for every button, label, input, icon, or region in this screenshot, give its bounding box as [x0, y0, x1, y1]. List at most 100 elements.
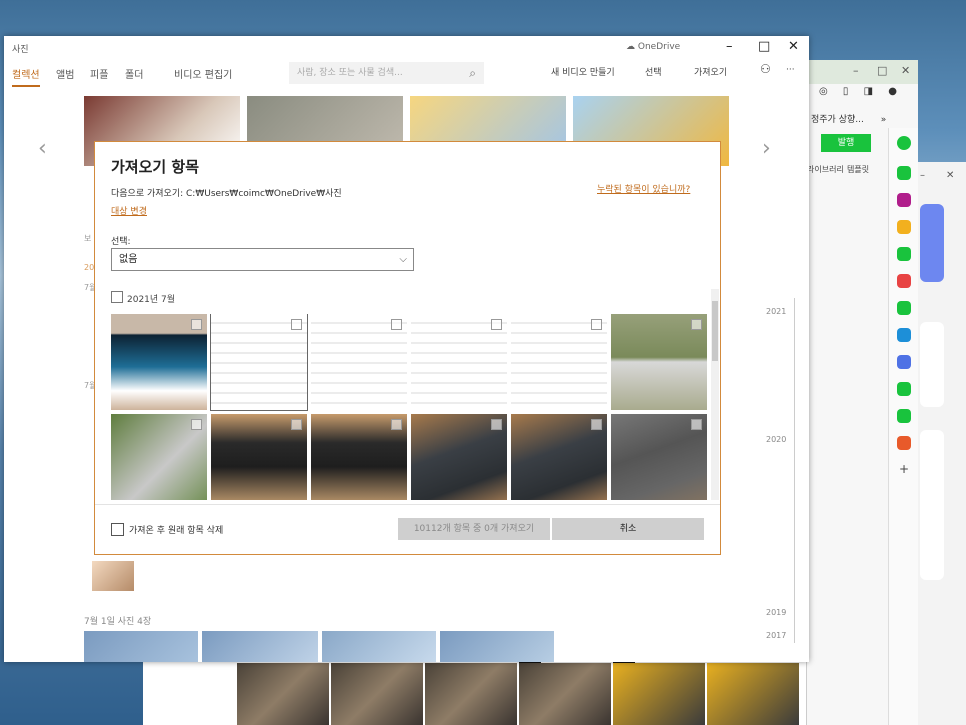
scrollbar-thumb[interactable] — [712, 301, 718, 361]
previous-arrow-icon[interactable]: ‹ — [38, 136, 47, 161]
photo-cell[interactable] — [411, 314, 507, 410]
photo-cell[interactable] — [311, 414, 407, 500]
select-dropdown[interactable]: 없음 ⌵ — [111, 248, 414, 271]
photo-checkbox[interactable] — [491, 319, 502, 330]
app-icon[interactable] — [897, 328, 911, 342]
photo-checkbox[interactable] — [391, 319, 402, 330]
app-icon[interactable] — [897, 247, 911, 261]
grid-scrollbar[interactable] — [711, 289, 719, 500]
publish-button[interactable]: 발행 — [821, 134, 871, 152]
next-arrow-icon[interactable]: › — [762, 136, 771, 161]
photo-checkbox[interactable] — [391, 419, 402, 430]
tab-people[interactable]: 피플 — [90, 66, 108, 81]
tab-video-editor[interactable]: 비디오 편집기 — [174, 66, 232, 81]
delete-after-import-checkbox[interactable] — [111, 523, 124, 536]
maximize-button[interactable]: □ — [758, 39, 770, 54]
photo-checkbox[interactable] — [191, 419, 202, 430]
photo-checkbox[interactable] — [491, 419, 502, 430]
photo-thumbnail[interactable] — [440, 631, 554, 662]
app-icon[interactable] — [897, 136, 911, 150]
person-icon[interactable]: ⚇ — [760, 62, 771, 76]
photo-cell[interactable] — [311, 314, 407, 410]
app-icon[interactable] — [897, 220, 911, 234]
missing-items-link[interactable]: 누락된 항목이 있습니까? — [597, 182, 690, 195]
photo-thumbnail[interactable] — [237, 663, 329, 725]
dialog-heading: 가져오기 항목 — [111, 158, 200, 176]
template-label[interactable]: 템플릿 — [847, 164, 869, 175]
timeline-year[interactable]: 2019 — [766, 608, 786, 617]
timeline-year[interactable]: 2021 — [766, 307, 786, 316]
app-icon[interactable] — [897, 355, 911, 369]
photo-cell[interactable] — [611, 314, 707, 410]
cloud-icon: ☁ — [626, 42, 635, 52]
tab-albums[interactable]: 앨범 — [56, 66, 74, 81]
minimize-button[interactable]: – — [726, 39, 733, 54]
library-label[interactable]: 라이브러리 — [807, 164, 844, 175]
tab-collection[interactable]: 컬렉션 — [12, 66, 40, 87]
app-icon[interactable] — [897, 382, 911, 396]
add-icon[interactable]: + — [899, 462, 909, 476]
photo-cell[interactable] — [411, 414, 507, 500]
more-button[interactable]: ··· — [786, 65, 795, 75]
photo-checkbox[interactable] — [291, 319, 302, 330]
group-checkbox[interactable] — [111, 291, 123, 303]
browser-maximize-button[interactable]: □ — [877, 64, 887, 77]
photo-cell[interactable] — [511, 314, 607, 410]
footer-divider — [95, 504, 720, 505]
photo-thumbnail[interactable] — [84, 631, 198, 662]
photo-thumbnail[interactable] — [613, 663, 705, 725]
photo-thumbnail[interactable] — [202, 631, 318, 662]
new-video-button[interactable]: 새 비디오 만들기 — [551, 65, 615, 78]
photo-thumbnail[interactable] — [519, 663, 611, 725]
tab-more-icon[interactable]: » — [881, 115, 887, 125]
photo-cell[interactable] — [511, 414, 607, 500]
import-items-button[interactable]: 10112개 항목 중 0개 가져오기 — [398, 518, 550, 540]
window-title: 사진 — [12, 45, 29, 55]
app-icon[interactable] — [897, 193, 911, 207]
onedrive-status[interactable]: ☁ OneDrive — [626, 42, 680, 52]
photo-checkbox[interactable] — [691, 419, 702, 430]
change-destination-link[interactable]: 대상 변경 — [111, 204, 147, 217]
photo-checkbox[interactable] — [691, 319, 702, 330]
section-label: 보 — [84, 234, 92, 243]
browser-minimize-button[interactable]: – — [853, 64, 859, 77]
cancel-button[interactable]: 취소 — [552, 518, 704, 540]
photo-checkbox[interactable] — [191, 319, 202, 330]
panel-close-icon[interactable]: ✕ — [946, 170, 954, 181]
photo-thumbnail[interactable] — [425, 663, 517, 725]
photo-cell[interactable] — [211, 414, 307, 500]
photo-checkbox[interactable] — [291, 419, 302, 430]
app-icon[interactable] — [897, 301, 911, 315]
group-label: 2021년 7월 — [127, 295, 176, 305]
date-header: 7월 1일 사진 4장 — [84, 617, 152, 627]
search-input[interactable]: 사람, 장소 또는 사물 검색... ⌕ — [289, 62, 484, 84]
search-icon[interactable]: ⌕ — [469, 62, 476, 84]
app-icon[interactable] — [897, 436, 911, 450]
destination-text: 다음으로 가져오기: C:₩Users₩coimc₩OneDrive₩사진 — [111, 186, 342, 199]
photo-cell[interactable] — [611, 414, 707, 500]
photo-cell[interactable] — [111, 414, 207, 500]
timeline-year[interactable]: 2020 — [766, 435, 786, 444]
promo-card[interactable] — [920, 204, 944, 282]
browser-toolbar-icons[interactable]: ◎ ▯ ◨ ● — [819, 86, 903, 97]
browser-tab[interactable]: 정주가 상향... » — [811, 112, 886, 125]
tab-folders[interactable]: 폴더 — [125, 66, 143, 81]
photo-thumbnail[interactable] — [707, 663, 799, 725]
photo-thumbnail[interactable] — [322, 631, 436, 662]
timeline-year[interactable]: 2017 — [766, 631, 786, 640]
panel-minimize-button[interactable]: – — [920, 170, 925, 181]
browser-close-button[interactable]: ✕ — [901, 64, 910, 77]
app-icon[interactable] — [897, 274, 911, 288]
photo-thumbnail[interactable] — [331, 663, 423, 725]
app-icon[interactable] — [897, 409, 911, 423]
photo-thumbnail[interactable] — [92, 561, 134, 591]
photo-cell[interactable] — [111, 314, 207, 410]
photo-checkbox[interactable] — [591, 419, 602, 430]
select-button[interactable]: 선택 — [645, 65, 662, 78]
close-button[interactable]: ✕ — [788, 39, 799, 54]
app-icon[interactable] — [897, 166, 911, 180]
photo-cell[interactable] — [210, 314, 308, 411]
import-button[interactable]: 가져오기 — [694, 65, 727, 78]
timeline-track[interactable] — [794, 298, 795, 643]
photo-checkbox[interactable] — [591, 319, 602, 330]
